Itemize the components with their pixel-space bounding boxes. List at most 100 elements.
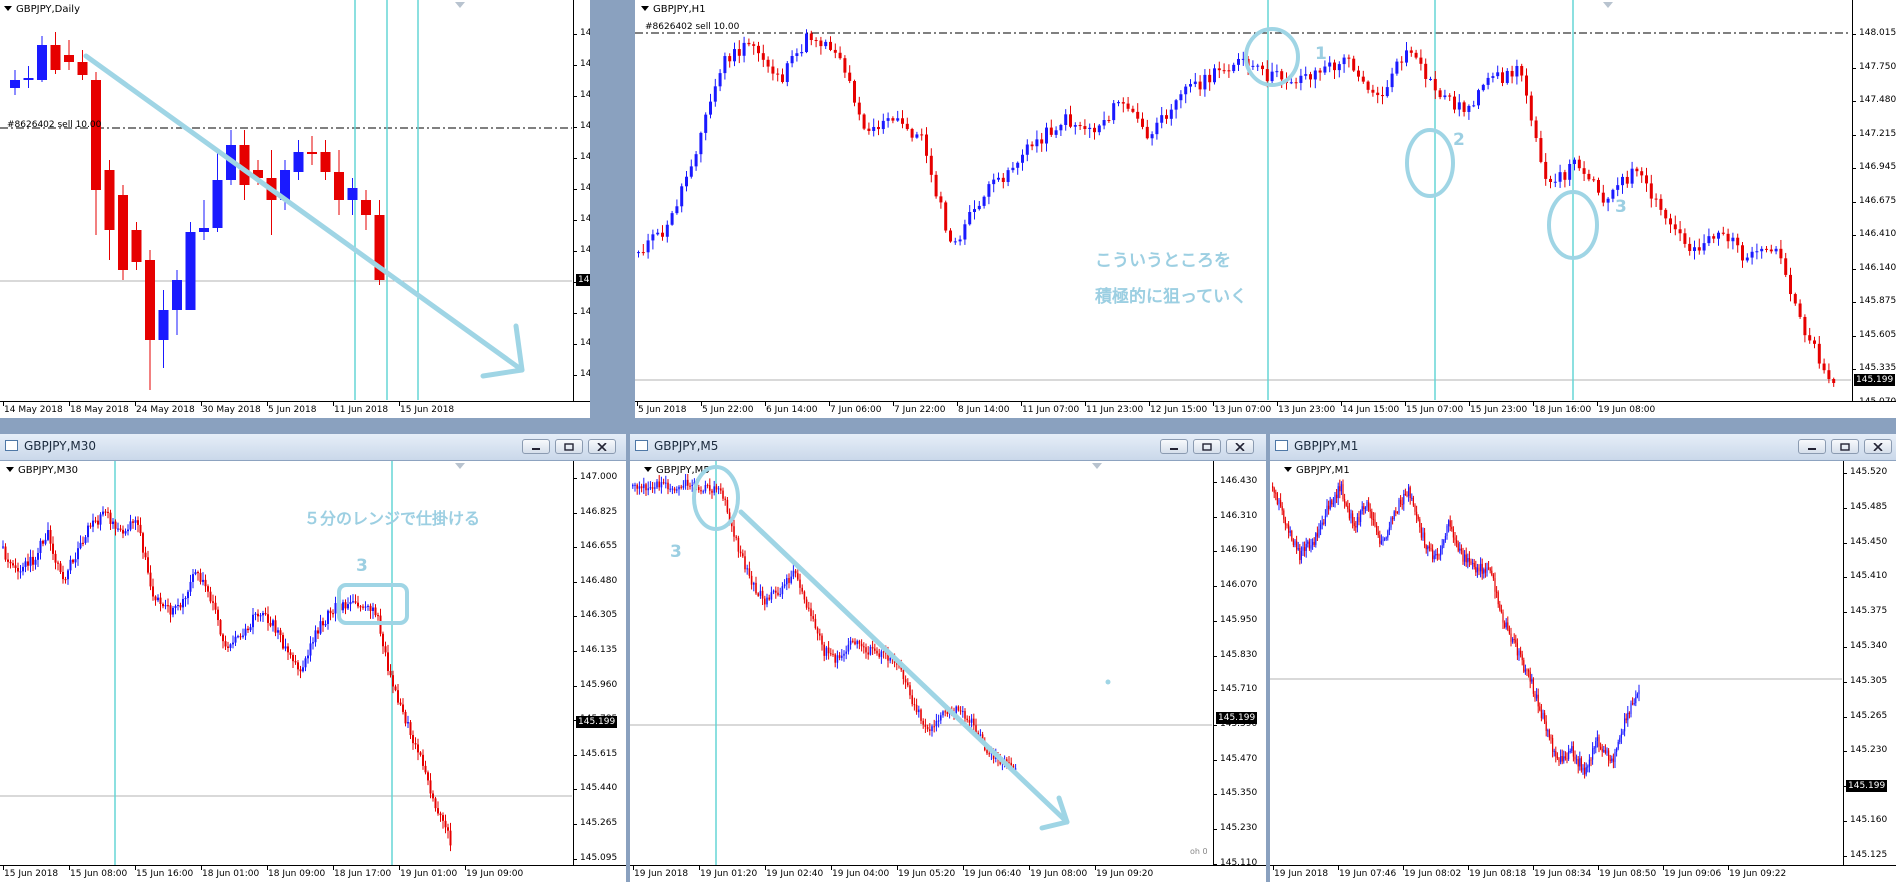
candle-body — [397, 690, 399, 703]
time-axis[interactable]: 15 Jun 2018 15 Jun 08:00 15 Jun 16:00 18 Ju… — [0, 865, 626, 882]
candle-body — [1472, 105, 1476, 107]
time-tick-label: 15 Jun 2018 — [4, 869, 59, 879]
chart-pane-daily[interactable]: GBPJPY,Daily #8626402 sell 10.00 149.805… — [0, 0, 590, 418]
candle-body — [1424, 63, 1428, 79]
candle-body — [44, 539, 47, 544]
candle-body — [1297, 548, 1299, 550]
candle-body — [1054, 130, 1058, 135]
candle-body — [1203, 74, 1207, 90]
candle-body — [1337, 64, 1341, 71]
candle-body — [1600, 746, 1602, 749]
candle-body — [109, 512, 112, 524]
candle-body — [372, 607, 374, 612]
candle-body — [1294, 541, 1296, 545]
price-tick — [573, 158, 577, 159]
time-axis[interactable]: 19 Jun 2018 19 Jun 01:20 19 Jun 02:40 19 Ju… — [630, 865, 1266, 882]
candle-body — [1246, 58, 1250, 67]
close-button[interactable] — [1226, 439, 1254, 454]
time-tick-label: 18 Jun 16:00 — [1534, 405, 1592, 415]
restore-button[interactable] — [555, 439, 583, 454]
candle-body — [797, 573, 799, 580]
candle-body — [64, 55, 74, 62]
restore-button[interactable] — [1193, 439, 1221, 454]
candle-body — [1357, 70, 1360, 77]
candle-body — [1563, 172, 1567, 180]
candle-body — [963, 224, 967, 240]
window-titlebar[interactable]: GBPJPY,M5 — [630, 434, 1266, 461]
candle-body — [1184, 86, 1188, 95]
price-tick-label: 146.410 — [1859, 229, 1896, 239]
price-axis-labels[interactable]: 147.000 146.825 146.655 146.480 146.305 146.1… — [573, 461, 626, 882]
chart-window-m1[interactable]: GBPJPY,M1 GBPJPY,M1 145.520 145.485 145.45… — [1270, 434, 1896, 882]
candle-body — [1021, 154, 1024, 163]
time-axis[interactable]: 19 Jun 2018 19 Jun 07:46 19 Jun 08:02 19 Ju… — [1270, 865, 1896, 882]
chart-window-m5[interactable]: GBPJPY,M5 GBPJPY,M5 3 oh 0 146.430 146.31… — [630, 434, 1266, 882]
price-axis-labels[interactable]: 145.520 145.485 145.450 145.410 145.375 145.3… — [1843, 461, 1896, 882]
price-tick — [1852, 201, 1856, 203]
price-axis-labels[interactable]: 149.805 149.190 148.575 147.960 147.345 146.7… — [573, 0, 590, 418]
candle-body — [1316, 533, 1318, 537]
candle-body — [968, 211, 972, 225]
candle-body — [792, 570, 795, 577]
time-tick — [1728, 866, 1729, 870]
restore-button[interactable] — [1831, 439, 1859, 454]
candle-body — [1358, 517, 1360, 522]
candle-body — [1529, 95, 1533, 121]
candle-body — [361, 200, 371, 215]
close-button[interactable] — [1864, 439, 1892, 454]
candle-body — [1088, 127, 1092, 130]
candle-body — [680, 186, 684, 207]
candle-body — [689, 166, 693, 177]
candle-body — [1520, 65, 1524, 76]
time-tick-label: 7 Jun 06:00 — [830, 405, 882, 415]
candle-body — [1669, 218, 1672, 225]
time-tick-label: 19 Jun 06:40 — [964, 869, 1022, 879]
price-tick — [1213, 724, 1217, 726]
price-axis-labels[interactable]: 146.430 146.310 146.190 146.070 145.950 145.8… — [1213, 461, 1266, 882]
time-axis[interactable]: 14 May 2018 18 May 2018 24 May 2018 30 May … — [0, 401, 590, 418]
candle-body — [662, 482, 665, 484]
candle-body — [1481, 563, 1483, 574]
candle-body — [1393, 511, 1395, 520]
candle-body — [733, 526, 735, 537]
price-tick — [1852, 235, 1856, 236]
price-tick — [1213, 794, 1217, 796]
time-axis[interactable]: 5 Jun 2018 5 Jun 22:00 6 Jun 14:00 7 Jun 06… — [635, 401, 1896, 418]
window-titlebar[interactable]: GBPJPY,M1 — [1270, 434, 1896, 461]
candle-body — [447, 827, 449, 831]
price-axis-labels[interactable]: 148.015 147.750 147.480 147.215 146.945 146.6… — [1852, 0, 1896, 418]
close-button[interactable] — [588, 439, 616, 454]
candle-body — [169, 605, 172, 615]
candle-body — [1093, 127, 1096, 133]
candle-body — [1496, 72, 1500, 77]
chart-pane-h1[interactable]: GBPJPY,H1 #8626402 sell 10.00 1 2 3 こういう… — [635, 0, 1896, 418]
candle-body — [1558, 172, 1562, 182]
price-tick — [573, 65, 577, 66]
candle-body — [224, 641, 227, 647]
candle-body — [282, 635, 284, 649]
candlestick-plot — [1270, 479, 1842, 779]
candle-body — [1275, 492, 1277, 494]
minimize-button[interactable] — [1160, 439, 1188, 454]
candle-body — [47, 529, 49, 540]
minimize-button[interactable] — [522, 439, 550, 454]
candle-body — [651, 487, 654, 489]
chart-window-m30[interactable]: GBPJPY,M30 GBPJPY,M30 ５分のレンジで仕掛ける 3 147.… — [0, 434, 626, 882]
price-tick — [573, 754, 577, 756]
candle-body — [407, 722, 409, 724]
time-tick — [701, 402, 702, 406]
annotation-number-3: 3 — [356, 556, 368, 576]
minimize-button[interactable] — [1798, 439, 1826, 454]
candle-body — [84, 537, 87, 543]
candle-body — [302, 667, 304, 672]
candle-body — [1366, 501, 1368, 508]
time-tick-label: 19 Jun 08:50 — [1599, 869, 1657, 879]
candle-body — [152, 586, 154, 597]
window-titlebar[interactable]: GBPJPY,M30 — [0, 434, 626, 461]
candle-body — [770, 592, 773, 600]
candle-body — [1436, 554, 1438, 556]
price-tick — [1213, 759, 1217, 761]
candle-body — [946, 711, 949, 715]
annotation-note-line1: こういうところを — [1095, 251, 1231, 271]
candle-body — [439, 813, 442, 816]
